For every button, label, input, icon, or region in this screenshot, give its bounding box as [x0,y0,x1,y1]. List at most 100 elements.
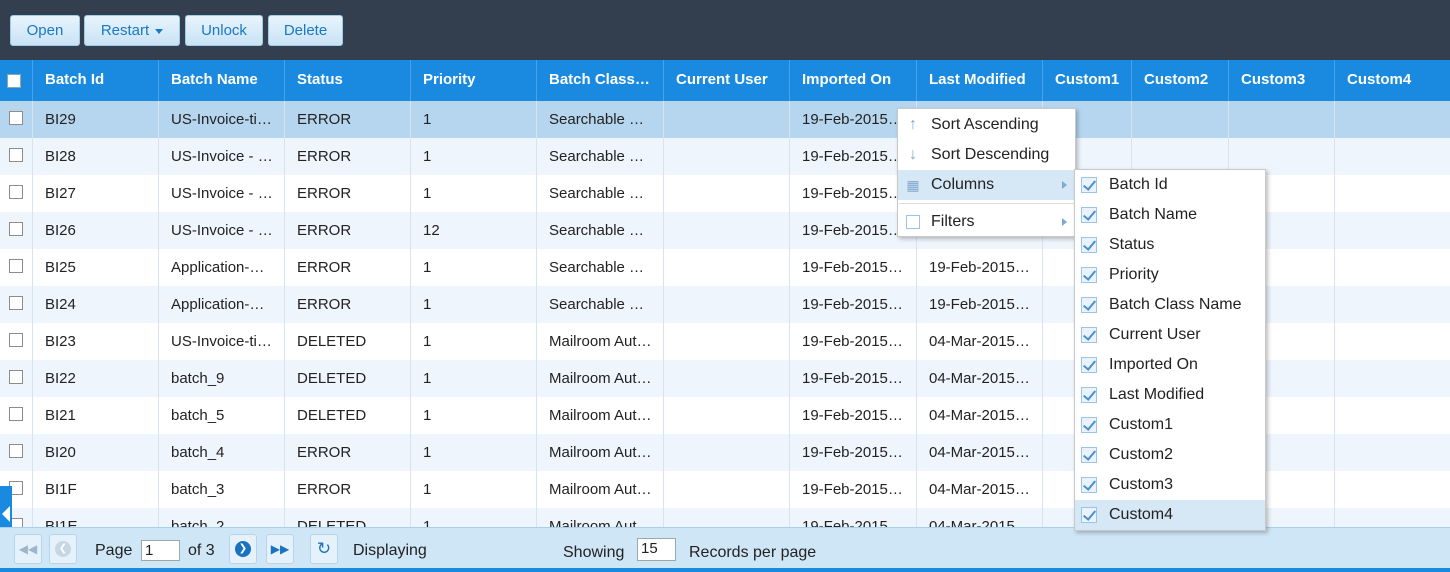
column-toggle-current-user[interactable]: Current User [1075,320,1265,350]
column-toggle-custom3[interactable]: Custom3 [1075,470,1265,500]
menu-item-label: Columns [931,176,995,193]
cell-current-user [664,101,790,138]
delete-button[interactable]: Delete [268,15,343,46]
cell-custom4 [1335,101,1450,138]
column-toggle-imported-on[interactable]: Imported On [1075,350,1265,380]
row-checkbox[interactable] [9,148,23,162]
cell-status: DELETED [285,508,411,527]
row-checkbox[interactable] [9,296,23,310]
cell-priority: 1 [411,175,537,212]
cell-status: DELETED [285,360,411,397]
checkbox-checked-icon [1081,237,1097,253]
column-header-custom4[interactable]: Custom4 [1335,60,1450,101]
column-toggle-last-modified[interactable]: Last Modified [1075,380,1265,410]
cell-status: ERROR [285,249,411,286]
cell-custom4 [1335,286,1450,323]
cell-imported-on: 19-Feb-2015… [790,397,917,434]
cell-batch-class: Searchable … [537,101,664,138]
column-toggle-custom2[interactable]: Custom2 [1075,440,1265,470]
records-per-page-input[interactable]: 15 [637,538,676,561]
cell-batch-id: BI26 [33,212,159,249]
cell-imported-on: 19-Feb-2015… [790,471,917,508]
row-select-cell [0,434,33,471]
prev-page-button[interactable]: ❮ [49,534,77,564]
cell-last-modified: 04-Mar-2015… [917,397,1043,434]
cell-custom3 [1229,101,1335,138]
select-all-checkbox[interactable] [7,74,21,88]
toolbar: Open Restart Unlock Delete [0,0,1450,60]
row-checkbox[interactable] [9,185,23,199]
cell-batch-class: Mailroom Aut… [537,508,664,527]
cell-last-modified: 04-Mar-2015… [917,508,1043,527]
row-checkbox[interactable] [9,333,23,347]
select-all-cell [0,60,33,101]
column-header-status[interactable]: Status [285,60,411,101]
column-toggle-label: Status [1109,236,1155,253]
cell-last-modified: 19-Feb-2015… [917,249,1043,286]
cell-batch-name: batch_5 [159,397,285,434]
column-toggle-label: Priority [1109,266,1159,283]
column-header-priority[interactable]: Priority [411,60,537,101]
cell-batch-id: BI21 [33,397,159,434]
cell-status: ERROR [285,175,411,212]
column-header-custom3[interactable]: Custom3 [1229,60,1335,101]
row-checkbox[interactable] [9,111,23,125]
cell-last-modified: 19-Feb-2015… [917,286,1043,323]
row-checkbox[interactable] [9,259,23,273]
checkbox-checked-icon [1081,387,1097,403]
cell-batch-id: BI23 [33,323,159,360]
unlock-button[interactable]: Unlock [185,15,263,46]
column-toggle-status[interactable]: Status [1075,230,1265,260]
next-page-button[interactable]: ❯ [229,534,257,564]
restart-button-label: Restart [100,22,150,39]
last-page-button[interactable]: ▶▶ [266,534,294,564]
menu-item-filters[interactable]: Filters [898,207,1075,237]
column-header-custom2[interactable]: Custom2 [1132,60,1229,101]
menu-item-columns[interactable]: ▦ Columns [898,170,1075,200]
cell-batch-class: Searchable … [537,138,664,175]
checkbox-checked-icon [1081,357,1097,373]
cell-batch-id: BI28 [33,138,159,175]
column-toggle-custom4[interactable]: Custom4 [1075,500,1265,530]
cell-custom4 [1335,397,1450,434]
row-checkbox[interactable] [9,370,23,384]
column-toggle-batch-name[interactable]: Batch Name [1075,200,1265,230]
row-checkbox[interactable] [9,222,23,236]
column-header-imported-on[interactable]: Imported On [790,60,917,101]
checkbox-checked-icon [1081,207,1097,223]
cell-current-user [664,434,790,471]
column-toggle-batch-class-name[interactable]: Batch Class Name [1075,290,1265,320]
filters-checkbox-icon [906,215,920,229]
row-checkbox[interactable] [9,407,23,421]
column-header-batch-class[interactable]: Batch Class… [537,60,664,101]
cell-batch-id: BI22 [33,360,159,397]
open-button[interactable]: Open [10,15,80,46]
first-page-button[interactable]: ◀◀ [14,534,42,564]
page-number-input[interactable]: 1 [141,540,180,561]
row-select-cell [0,286,33,323]
refresh-button[interactable]: ↻ [310,534,338,564]
column-toggle-batch-id[interactable]: Batch Id [1075,170,1265,200]
restart-button[interactable]: Restart [84,15,180,46]
menu-item-sort-descending[interactable]: ↓ Sort Descending [898,140,1075,170]
cell-batch-name: US-Invoice - … [159,212,285,249]
column-header-batch-name[interactable]: Batch Name [159,60,285,101]
table-row[interactable]: BI29 US-Invoice-ti… ERROR 1 Searchable …… [0,101,1450,138]
column-header-last-modified[interactable]: Last Modified [917,60,1043,101]
column-toggle-label: Batch Class Name [1109,296,1242,313]
last-page-icon: ▶▶ [270,542,290,556]
cell-batch-class: Searchable … [537,249,664,286]
column-header-custom1[interactable]: Custom1 [1043,60,1132,101]
column-header-batch-id[interactable]: Batch Id [33,60,159,101]
cell-status: DELETED [285,397,411,434]
row-checkbox[interactable] [9,444,23,458]
cell-last-modified: 04-Mar-2015… [917,360,1043,397]
menu-item-sort-ascending[interactable]: ↑ Sort Ascending [898,110,1075,140]
column-toggle-custom1[interactable]: Custom1 [1075,410,1265,440]
column-header-current-user[interactable]: Current User [664,60,790,101]
sort-descending-icon: ↓ [909,146,917,163]
cell-batch-id: BI25 [33,249,159,286]
cell-priority: 1 [411,434,537,471]
column-toggle-priority[interactable]: Priority [1075,260,1265,290]
cell-current-user [664,138,790,175]
